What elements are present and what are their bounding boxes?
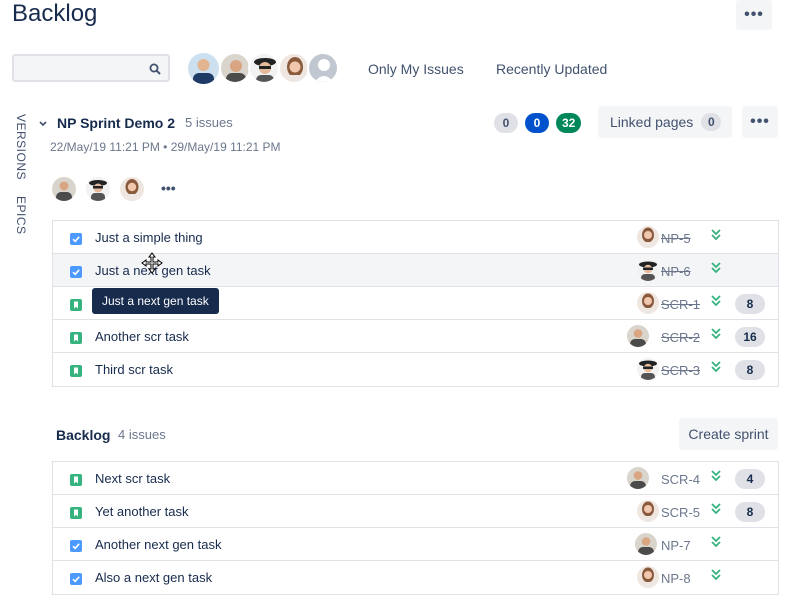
create-sprint-button[interactable]: Create sprint [679,418,778,450]
checkbox-icon [70,572,82,585]
issue-assignee-avatar[interactable] [627,325,649,347]
status-count-done: 32 [556,113,582,133]
priority-lowest-icon [710,327,722,346]
issue-assignee-avatar[interactable] [635,533,657,555]
issue-key[interactable]: SCR-3 [661,363,700,378]
issue-key[interactable]: NP-8 [661,571,691,586]
issue-assignee-avatar[interactable] [627,467,649,489]
search-input[interactable] [12,54,170,82]
issue-key[interactable]: SCR-2 [661,330,700,345]
linked-pages-label: Linked pages [610,114,694,130]
story-points-badge: 16 [735,327,765,347]
issue-row[interactable]: Also a next gen task NP-8 [53,561,778,594]
linked-pages-count: 0 [701,113,722,131]
issue-assignee-avatar[interactable] [637,566,659,588]
sprint-name: NP Sprint Demo 2 [57,115,175,131]
page-title: Backlog [12,0,98,27]
priority-lowest-icon [710,261,722,280]
avatar-filter-unassigned[interactable] [307,52,339,84]
story-points-badge: 4 [735,469,765,489]
issue-assignee-avatar[interactable] [637,259,659,281]
epics-tab[interactable]: EPICS [14,196,28,235]
tooltip: Just a next gen task [92,288,219,314]
bookmark-icon [70,364,82,377]
priority-lowest-icon [710,228,722,247]
checkbox-icon [70,265,82,278]
issue-summary[interactable]: Yet another task [95,504,188,519]
issue-key[interactable]: SCR-4 [661,472,700,487]
sprint-assignee-2[interactable] [86,177,110,201]
issue-row[interactable]: Third scr task SCR-3 8 [53,353,778,386]
issue-assignee-avatar[interactable] [637,292,659,314]
priority-lowest-icon [710,294,722,313]
issue-key[interactable]: NP-7 [661,538,691,553]
recently-updated-filter[interactable]: Recently Updated [496,61,607,77]
versions-tab[interactable]: VERSIONS [14,114,28,180]
priority-lowest-icon [710,360,722,379]
story-points-badge: 8 [735,294,765,314]
issue-summary[interactable]: Next scr task [95,471,170,486]
issue-key[interactable]: SCR-1 [661,297,700,312]
only-my-issues-filter[interactable]: Only My Issues [368,61,464,77]
avatar-filter-4[interactable] [278,52,310,84]
issue-row[interactable]: Another scr task SCR-2 16 [53,320,778,353]
issue-key[interactable]: NP-5 [661,231,691,246]
checkbox-icon [70,232,82,245]
issue-summary[interactable]: Just a simple thing [95,230,203,245]
issue-key[interactable]: NP-6 [661,264,691,279]
bookmark-icon [70,331,82,344]
chevron-down-icon [39,121,47,127]
story-points-badge: 8 [735,502,765,522]
backlog-issue-list: Next scr task SCR-4 4 Yet another task SCR-5… [52,461,779,595]
status-count-todo: 0 [494,113,518,133]
avatar-filter-3[interactable] [248,52,280,84]
bookmark-icon [70,473,82,486]
more-icon: ••• [750,113,770,130]
search-icon [149,62,161,80]
issue-key[interactable]: SCR-5 [661,505,700,520]
backlog-name: Backlog [56,427,111,443]
issue-summary[interactable]: Another scr task [95,329,189,344]
sprint-assignee-3[interactable] [120,177,144,201]
story-points-badge: 8 [735,360,765,380]
more-assignees-icon[interactable]: ••• [161,180,176,196]
issue-assignee-avatar[interactable] [637,500,659,522]
priority-lowest-icon [710,568,722,587]
status-count-in-progress: 0 [525,113,549,133]
header-more-button[interactable]: ••• [736,0,772,30]
sprint-issue-count: 5 issues [185,115,233,130]
move-cursor-icon [141,252,163,279]
priority-lowest-icon [710,502,722,521]
issue-assignee-avatar[interactable] [637,226,659,248]
sprint-more-button[interactable]: ••• [742,106,778,138]
search-field[interactable] [14,56,142,80]
issue-summary[interactable]: Also a next gen task [95,570,212,585]
sprint-dates: 22/May/19 11:21 PM • 29/May/19 11:21 PM [50,140,281,154]
priority-lowest-icon [710,469,722,488]
avatar-filter-1[interactable] [188,53,219,84]
bookmark-icon [70,298,82,311]
sprint-assignee-1[interactable] [52,177,76,201]
issue-assignee-avatar[interactable] [637,358,659,380]
bookmark-icon [70,506,82,519]
issue-row[interactable]: Another next gen task NP-7 [53,528,778,561]
avatar-filter-2[interactable] [219,52,251,84]
more-icon: ••• [744,6,764,23]
sprint-collapse-toggle[interactable] [38,116,48,134]
linked-pages-button[interactable]: Linked pages 0 [598,106,732,138]
issue-summary[interactable]: Third scr task [95,362,173,377]
issue-row[interactable]: Just a simple thing NP-5 [53,221,778,254]
priority-lowest-icon [710,535,722,554]
issue-summary[interactable]: Another next gen task [95,537,221,552]
backlog-issue-count: 4 issues [118,427,166,442]
checkbox-icon [70,539,82,552]
issue-row[interactable]: Next scr task SCR-4 4 [53,462,778,495]
issue-row[interactable]: Yet another task SCR-5 8 [53,495,778,528]
